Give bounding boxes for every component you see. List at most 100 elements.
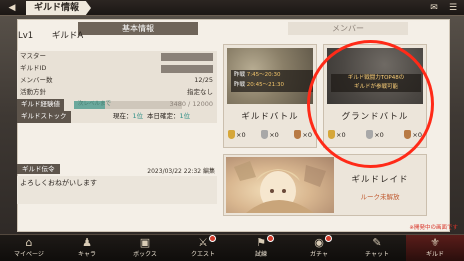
menu-icon[interactable]: ☰ bbox=[446, 1, 460, 15]
stock-today-label: 本日確定： bbox=[147, 112, 180, 120]
bronze-medal-icon bbox=[404, 130, 412, 139]
guild-battle-thumbnail: 昨戦 7:45～20:30 昨戦 20:45～21:30 bbox=[227, 48, 313, 104]
nav-guild[interactable]: ⚜ ギルド bbox=[406, 235, 464, 261]
nav-label: ギルド bbox=[425, 251, 444, 258]
info-row-exp: ギルド経験値 次レベルまで 3480 / 12000 bbox=[17, 99, 217, 111]
nav-chat[interactable]: ✎ チャット bbox=[348, 235, 406, 261]
guild-raid-artwork bbox=[226, 157, 334, 213]
page-title: ギルド情報 bbox=[26, 1, 92, 15]
battle-schedule: 昨戦 7:45～20:30 昨戦 20:45～21:30 bbox=[231, 70, 313, 92]
nav-gacha[interactable]: ◉ ガチャ bbox=[290, 235, 348, 261]
grand-note-line1: ギルド戦闘力TOP48の bbox=[347, 75, 405, 81]
header-icons: ✉ ☰ bbox=[427, 1, 460, 15]
guild-raid-title: ギルドレイド bbox=[351, 175, 409, 185]
home-icon: ⌂ bbox=[25, 236, 33, 249]
silver-medal-count: ×0 bbox=[269, 130, 279, 139]
stock-label: ギルドストック bbox=[17, 111, 71, 123]
gold-medal: ×0 bbox=[328, 130, 346, 139]
guild-level: Lv1 bbox=[18, 31, 34, 41]
gacha-icon: ◉ bbox=[314, 236, 324, 249]
bronze-medal-icon bbox=[294, 130, 302, 139]
bronze-medal: ×0 bbox=[294, 130, 312, 139]
top-bar: ◀ ギルド情報 ✉ ☰ bbox=[0, 0, 464, 16]
grand-battle-card[interactable]: ギルド戦闘力TOP48の ギルドが参戦可能 グランドバトル ×0 ×0 ×0 bbox=[323, 44, 427, 148]
message-header: ギルド伝令 2023/03/22 22:32 編集 bbox=[17, 164, 217, 175]
grand-battle-medals: ×0 ×0 ×0 bbox=[328, 130, 422, 139]
silver-medal-icon bbox=[366, 130, 374, 139]
schedule-row1-label: 昨戦 bbox=[234, 72, 246, 78]
nav-mypage[interactable]: ⌂ マイページ bbox=[0, 235, 58, 261]
grand-note-line2: ギルドが参戦可能 bbox=[353, 83, 398, 90]
guild-raid-status: ルーク未解放 bbox=[360, 193, 400, 201]
nav-label: ガチャ bbox=[310, 251, 328, 258]
characters-icon: ♟ bbox=[82, 236, 92, 249]
info-row-guild-id: ギルドID bbox=[17, 63, 217, 75]
nav-trial[interactable]: ⚑ 試練 bbox=[232, 235, 290, 261]
nav-characters[interactable]: ♟ キャラ bbox=[58, 235, 116, 261]
info-row-stock: ギルドストック 現在：1位 本日確定：1位 bbox=[17, 111, 217, 123]
schedule-row2-time: 20:45～21:30 bbox=[246, 82, 284, 88]
bronze-medal-count: ×0 bbox=[412, 130, 422, 139]
chat-icon: ✎ bbox=[372, 236, 382, 249]
grand-battle-note: ギルド戦闘力TOP48の ギルドが参戦可能 bbox=[331, 74, 421, 92]
grand-battle-title: グランドバトル bbox=[341, 112, 409, 122]
gold-medal-count: ×0 bbox=[336, 130, 346, 139]
mail-icon[interactable]: ✉ bbox=[427, 1, 441, 15]
exp-label: ギルド経験値 bbox=[17, 99, 64, 111]
stock-now-value: 1位 bbox=[132, 112, 144, 120]
gold-medal-icon bbox=[328, 130, 335, 139]
info-row-master: マスター bbox=[17, 51, 217, 63]
guild-header: Lv1 ギルドA bbox=[18, 29, 99, 41]
guild-raid-card[interactable]: ギルドレイド ルーク未解放 bbox=[223, 154, 427, 216]
bottom-nav: ⌂ マイページ ♟ キャラ ▣ ボックス ⚔ クエスト ⚑ 試練 ◉ ガチャ ✎… bbox=[0, 234, 464, 261]
nav-label: キャラ bbox=[77, 251, 96, 258]
nav-box[interactable]: ▣ ボックス bbox=[116, 235, 174, 261]
info-row-policy: 活動方針 指定なし bbox=[17, 87, 217, 99]
nav-label: クエスト bbox=[190, 251, 215, 258]
schedule-row1-time: 7:45～20:30 bbox=[246, 72, 281, 78]
trial-icon: ⚑ bbox=[256, 236, 266, 249]
nav-label: チャット bbox=[365, 251, 389, 258]
stock-today: 本日確定：1位 bbox=[147, 111, 190, 123]
silver-medal-count: ×0 bbox=[374, 130, 384, 139]
message-date: 2023/03/22 22:32 編集 bbox=[147, 168, 215, 175]
info-list: マスター ギルドID メンバー数 12/25 活動方針 指定なし ギルド経験値 … bbox=[17, 51, 217, 123]
notification-badge bbox=[208, 235, 216, 242]
nav-quest[interactable]: ⚔ クエスト bbox=[174, 235, 232, 261]
gold-medal-icon bbox=[228, 130, 235, 139]
notification-badge bbox=[324, 235, 332, 242]
redacted-value bbox=[161, 53, 213, 61]
grand-battle-thumbnail: ギルド戦闘力TOP48の ギルドが参戦可能 bbox=[327, 48, 423, 104]
member-count-value: 12/25 bbox=[194, 76, 213, 84]
policy-value: 指定なし bbox=[187, 88, 213, 96]
guild-icon: ⚜ bbox=[430, 236, 440, 249]
back-arrow-icon[interactable]: ◀ bbox=[4, 1, 20, 15]
exp-bar-text: 次レベルまで bbox=[78, 101, 112, 107]
dev-note: ※開発中の画面です bbox=[409, 225, 458, 231]
notification-badge bbox=[266, 235, 274, 242]
member-count-label: メンバー数 bbox=[20, 76, 53, 84]
bronze-medal: ×0 bbox=[404, 130, 422, 139]
silver-medal: ×0 bbox=[261, 130, 279, 139]
nav-label: 試練 bbox=[254, 251, 267, 258]
box-icon: ▣ bbox=[139, 236, 151, 249]
policy-label: 活動方針 bbox=[20, 88, 46, 96]
raid-character-illustration bbox=[234, 161, 326, 213]
guild-battle-title: ギルドバトル bbox=[241, 112, 299, 122]
tab-members[interactable]: メンバー bbox=[288, 22, 408, 35]
schedule-row2-label: 昨戦 bbox=[234, 82, 246, 88]
silver-medal: ×0 bbox=[366, 130, 384, 139]
redacted-value bbox=[161, 65, 213, 73]
silver-medal-icon bbox=[261, 130, 269, 139]
info-row-members: メンバー数 12/25 bbox=[17, 75, 217, 87]
nav-label: マイページ bbox=[14, 251, 44, 258]
message-label: ギルド伝令 bbox=[17, 164, 60, 174]
stock-today-value: 1位 bbox=[179, 112, 191, 120]
guild-battle-card[interactable]: 昨戦 7:45～20:30 昨戦 20:45～21:30 ギルドバトル ×0 ×… bbox=[223, 44, 317, 148]
guild-name: ギルドA bbox=[51, 31, 84, 41]
master-label: マスター bbox=[20, 52, 46, 60]
guild-id-label: ギルドID bbox=[20, 64, 47, 72]
exp-progress-bar: 次レベルまで bbox=[74, 101, 182, 109]
message-box[interactable]: よろしくおねがいします bbox=[17, 176, 217, 204]
gold-medal: ×0 bbox=[228, 130, 246, 139]
